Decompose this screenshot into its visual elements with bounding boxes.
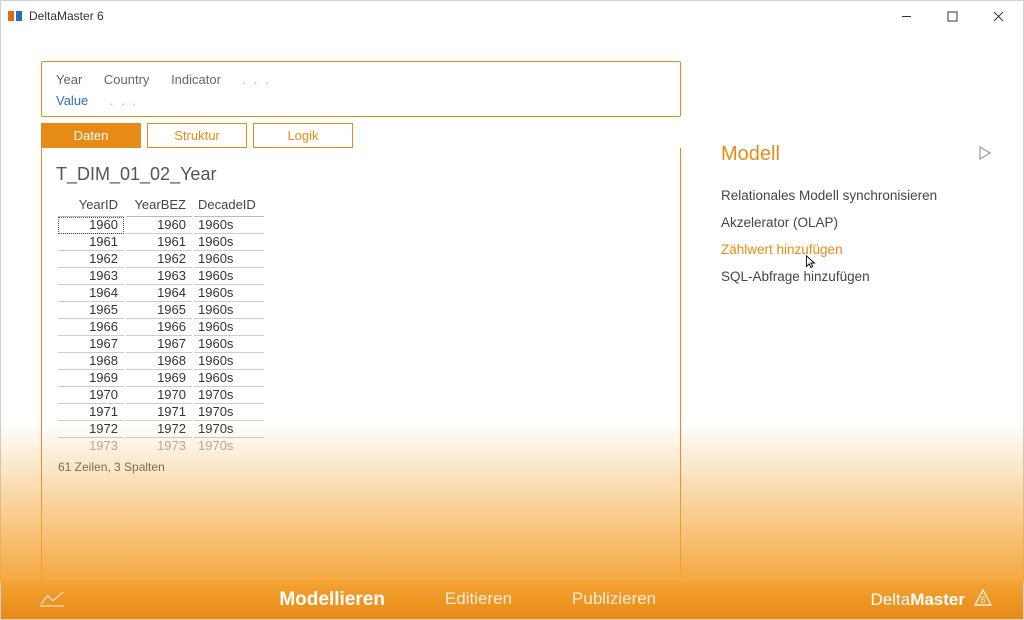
minimize-button[interactable]	[883, 1, 929, 31]
titlebar: DeltaMaster 6	[1, 1, 1023, 31]
svg-text:6: 6	[980, 595, 985, 605]
dimension-indicator[interactable]: Indicator	[171, 72, 221, 87]
slice-panel: Year Country Indicator . . . Value . . .	[41, 61, 681, 117]
tab-logik[interactable]: Logik	[253, 123, 353, 148]
dimension-row: Year Country Indicator . . .	[56, 72, 666, 87]
table-row[interactable]: 197319731970s	[58, 438, 264, 454]
main-area: Year Country Indicator . . . Value . . .…	[1, 31, 1023, 581]
play-icon[interactable]	[977, 145, 993, 164]
window-controls	[883, 1, 1021, 31]
action-list: Relationales Modell synchronisieren Akze…	[721, 188, 993, 284]
measure-row: Value . . .	[56, 93, 666, 108]
action-add-count[interactable]: Zählwert hinzufügen	[721, 242, 993, 257]
tab-struktur[interactable]: Struktur	[147, 123, 247, 148]
mode-publizieren[interactable]: Publizieren	[572, 589, 656, 611]
table-row[interactable]: 197119711970s	[58, 404, 264, 421]
mode-editieren[interactable]: Editieren	[445, 589, 512, 611]
app-window: DeltaMaster 6 Year Country Indicator . .…	[0, 0, 1024, 620]
col-yearbez[interactable]: YearBEZ	[126, 195, 192, 217]
mode-tabs: Modellieren Editieren Publizieren	[65, 589, 871, 611]
status-text: 61 Zeilen, 3 Spalten	[56, 454, 666, 476]
maximize-button[interactable]	[929, 1, 975, 31]
brand: DeltaMaster 6	[871, 588, 994, 613]
right-title: Modell	[721, 143, 780, 166]
action-add-count-label: Zählwert hinzufügen	[721, 242, 843, 257]
table-row[interactable]: 196119611960s	[58, 234, 264, 251]
action-sync-model[interactable]: Relationales Modell synchronisieren	[721, 188, 993, 203]
right-panel: Modell Relationales Modell synchronisier…	[721, 61, 1013, 581]
table-title: T_DIM_01_02_Year	[56, 164, 666, 185]
table-row[interactable]: 196319631960s	[58, 268, 264, 285]
right-header: Modell	[721, 143, 993, 166]
view-tabs: Daten Struktur Logik	[41, 123, 681, 148]
brand-logo-icon: 6	[973, 588, 993, 613]
col-decadeid[interactable]: DecadeID	[194, 195, 264, 217]
app-title: DeltaMaster 6	[29, 9, 104, 23]
brand-bold: Master	[910, 590, 965, 609]
table-row[interactable]: 196819681960s	[58, 353, 264, 370]
table-row[interactable]: 196519651960s	[58, 302, 264, 319]
left-column: Year Country Indicator . . . Value . . .…	[41, 61, 681, 581]
dimension-year[interactable]: Year	[56, 72, 82, 87]
table-row[interactable]: 197219721970s	[58, 421, 264, 438]
action-accelerator-olap[interactable]: Akzelerator (OLAP)	[721, 215, 993, 230]
measure-value[interactable]: Value	[56, 93, 88, 108]
chart-icon[interactable]	[39, 590, 65, 611]
table-row[interactable]: 196219621960s	[58, 251, 264, 268]
app-icon	[7, 8, 23, 24]
table-row[interactable]: 196919691960s	[58, 370, 264, 387]
bottom-bar: Modellieren Editieren Publizieren DeltaM…	[1, 581, 1023, 619]
tab-daten[interactable]: Daten	[41, 123, 141, 148]
table-row[interactable]: 196019601960s	[58, 217, 264, 234]
col-yearid[interactable]: YearID	[58, 195, 124, 217]
close-button[interactable]	[975, 1, 1021, 31]
table-row[interactable]: 196719671960s	[58, 336, 264, 353]
dimension-country[interactable]: Country	[104, 72, 150, 87]
table-row[interactable]: 197019701970s	[58, 387, 264, 404]
header-row: YearID YearBEZ DecadeID	[58, 195, 264, 217]
dimension-more[interactable]: . . .	[243, 72, 271, 87]
measure-more[interactable]: . . .	[110, 93, 138, 108]
action-add-sql[interactable]: SQL-Abfrage hinzufügen	[721, 269, 993, 284]
table-row[interactable]: 196619661960s	[58, 319, 264, 336]
data-grid[interactable]: YearID YearBEZ DecadeID 196019601960s 19…	[56, 195, 666, 454]
content-panel: T_DIM_01_02_Year YearID YearBEZ DecadeID…	[41, 148, 681, 581]
mode-modellieren[interactable]: Modellieren	[279, 589, 385, 611]
table-row[interactable]: 196419641960s	[58, 285, 264, 302]
brand-light: Delta	[871, 590, 911, 609]
